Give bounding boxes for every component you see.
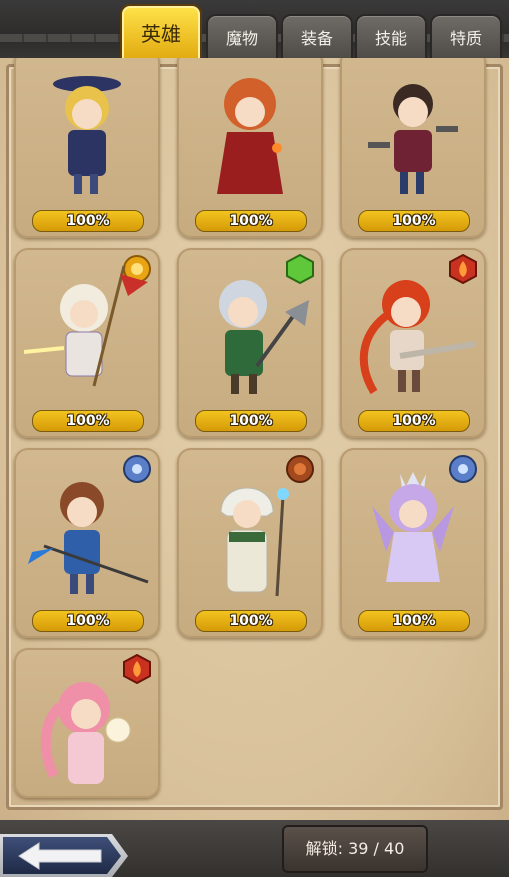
- hero-portrait: [217, 78, 283, 194]
- completion-bar: 100%: [32, 210, 144, 232]
- hero-collection-panel: 100% 100% 100% 100% 100% 100% 100% 100% …: [0, 58, 509, 820]
- hero-card[interactable]: 100%: [177, 248, 323, 438]
- completion-bar: 100%: [32, 410, 144, 432]
- hero-card[interactable]: 100%: [340, 58, 486, 238]
- hero-card[interactable]: 100%: [340, 448, 486, 638]
- hero-portrait: [40, 682, 131, 784]
- hero-portrait: [372, 472, 454, 582]
- unlock-counter: 解锁: 39 / 40: [282, 825, 428, 873]
- tab-equipment[interactable]: 装备: [281, 14, 353, 58]
- hero-card[interactable]: 100%: [14, 448, 160, 638]
- hero-portrait: [368, 84, 458, 194]
- tab-monsters[interactable]: 魔物: [206, 14, 278, 58]
- hero-card[interactable]: 100%: [340, 248, 486, 438]
- hero-portrait: [220, 487, 289, 597]
- tab-skills[interactable]: 技能: [355, 14, 427, 58]
- hero-portrait: [53, 76, 121, 194]
- completion-bar: 100%: [195, 210, 307, 232]
- hero-card[interactable]: 100%: [14, 248, 160, 438]
- tab-heroes[interactable]: 英雄: [120, 4, 202, 62]
- completion-bar: 100%: [195, 410, 307, 432]
- completion-bar: 100%: [358, 410, 470, 432]
- hero-card[interactable]: 100%: [177, 448, 323, 638]
- completion-bar: 100%: [32, 610, 144, 632]
- back-button-face: [3, 837, 121, 874]
- hero-portrait: [28, 482, 149, 594]
- hero-portrait: [24, 265, 148, 387]
- completion-bar: 100%: [195, 610, 307, 632]
- completion-bar: 100%: [358, 210, 470, 232]
- completion-bar: 100%: [358, 610, 470, 632]
- hero-portrait: [359, 280, 476, 395]
- hero-card[interactable]: 100%: [14, 58, 160, 238]
- hero-card[interactable]: 100%: [177, 58, 323, 238]
- tab-traits[interactable]: 特质: [430, 14, 502, 58]
- hero-portrait: [219, 280, 309, 394]
- arrow-left-icon: [18, 842, 102, 870]
- back-button[interactable]: [0, 834, 128, 877]
- hero-card[interactable]: [14, 648, 160, 798]
- unlock-counter-label: 解锁: 39 / 40: [305, 839, 405, 858]
